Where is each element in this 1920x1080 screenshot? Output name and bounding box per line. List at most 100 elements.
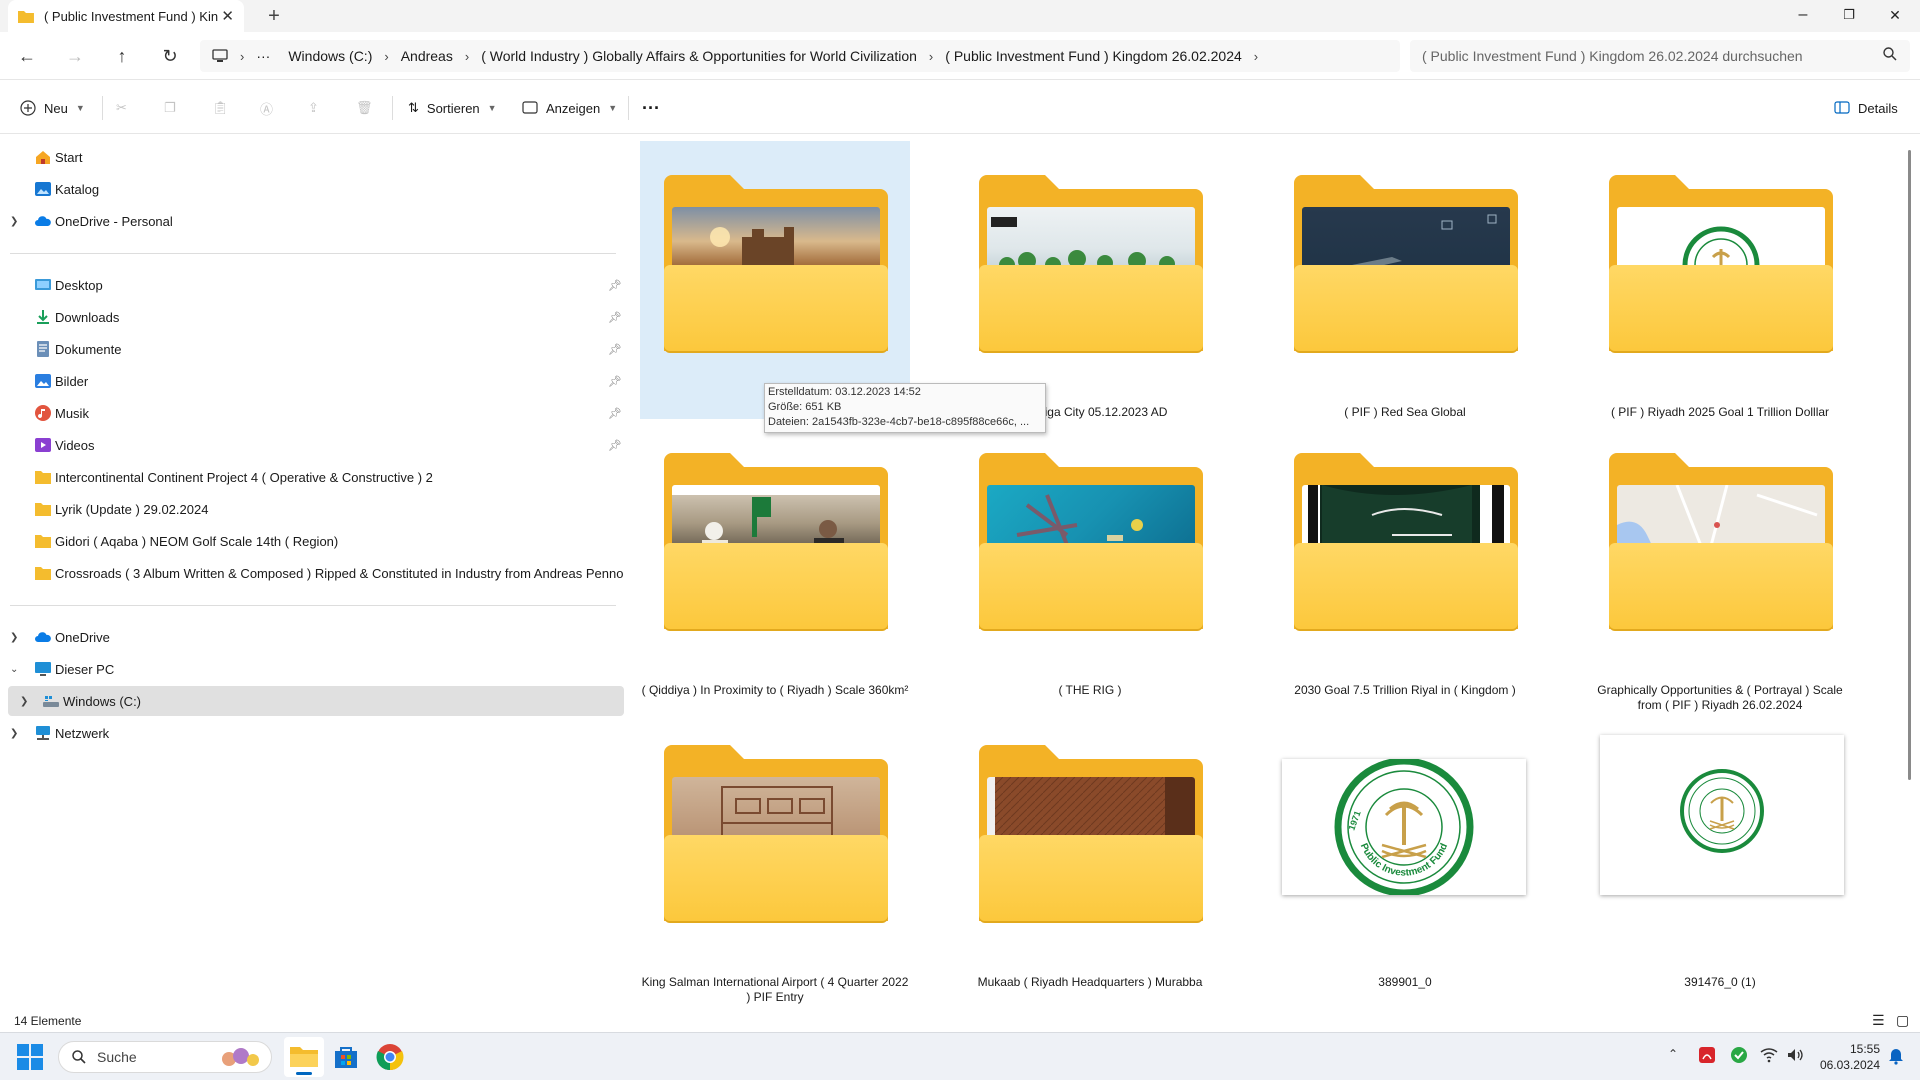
sidebar-item-label: Windows (C:) bbox=[63, 693, 142, 709]
notification-bell-icon[interactable] bbox=[1888, 1047, 1904, 1065]
more-options-button[interactable]: ··· bbox=[642, 94, 660, 122]
sidebar-item-dieser-pc[interactable]: ⌄ Dieser PC bbox=[0, 654, 624, 684]
security-tray-icon[interactable] bbox=[1730, 1046, 1748, 1064]
image-file-item[interactable]: Public Investment Fund 1971 389901_0 bbox=[1270, 711, 1540, 989]
sidebar-item-windows-c[interactable]: ❯ Windows (C:) bbox=[8, 686, 624, 716]
sidebar-item-label: Videos bbox=[55, 437, 95, 453]
sidebar-item-recent-folder[interactable]: Intercontinental Continent Project 4 ( O… bbox=[0, 462, 624, 492]
tab-close-icon[interactable]: ✕ bbox=[221, 7, 234, 25]
acrobat-tray-icon[interactable] bbox=[1698, 1046, 1716, 1064]
folder-item[interactable]: ( PIF ) Riyadh 2025 Goal 1 Trillion Doll… bbox=[1585, 141, 1855, 419]
sidebar-item-musik[interactable]: Musik 📌︎ bbox=[0, 398, 624, 428]
document-icon bbox=[37, 341, 49, 357]
search-input[interactable]: ( Public Investment Fund ) Kingdom 26.02… bbox=[1410, 40, 1910, 72]
item-caption: 2030 Goal 7.5 Trillion Riyal in ( Kingdo… bbox=[1294, 683, 1516, 697]
chrome-icon[interactable] bbox=[376, 1043, 404, 1071]
pin-icon[interactable]: 📌︎ bbox=[608, 311, 622, 324]
microsoft-store-icon[interactable] bbox=[332, 1043, 360, 1071]
sidebar-item-desktop[interactable]: Desktop 📌︎ bbox=[0, 270, 624, 300]
sidebar-item-netzwerk[interactable]: ❯ Netzwerk bbox=[0, 718, 624, 748]
back-button[interactable]: ← bbox=[13, 42, 41, 70]
folder-item[interactable]: ( Di bbox=[640, 141, 910, 419]
details-button[interactable]: Details bbox=[1834, 94, 1898, 122]
share-button[interactable]: ⇪ bbox=[308, 94, 319, 122]
folder-item[interactable]: OM Giga City 05.12.2023 AD bbox=[955, 141, 1225, 419]
windows-start-icon[interactable] bbox=[16, 1043, 44, 1071]
folder-item[interactable]: ( THE RIG ) bbox=[955, 419, 1225, 697]
rename-button[interactable]: Ⓐ bbox=[260, 94, 273, 122]
pin-icon[interactable]: 📌︎ bbox=[608, 407, 622, 420]
chevron-right-icon: › bbox=[240, 48, 245, 64]
cloud-icon bbox=[35, 632, 51, 642]
chevron-right-icon[interactable]: ❯ bbox=[10, 728, 18, 739]
tooltip-files: Dateien: 2a1543fb-323e-4cb7-be18-c895f88… bbox=[768, 416, 1030, 428]
close-window-button[interactable]: ✕ bbox=[1872, 0, 1918, 32]
vertical-scrollbar[interactable] bbox=[1908, 150, 1911, 780]
sidebar-item-recent-folder[interactable]: Crossroads ( 3 Album Written & Composed … bbox=[0, 558, 624, 588]
details-view-icon[interactable]: ☰ bbox=[1872, 1012, 1885, 1029]
sidebar-item-recent-folder[interactable]: Lyrik (Update ) 29.02.2024 bbox=[0, 494, 624, 524]
sidebar-item-onedrive-personal[interactable]: ❯ OneDrive - Personal bbox=[0, 206, 624, 236]
image-file-item[interactable]: 391476_0 (1) bbox=[1585, 711, 1855, 989]
minimize-button[interactable]: – bbox=[1780, 0, 1826, 32]
folder-item[interactable]: King Salman International Airport ( 4 Qu… bbox=[640, 711, 910, 1004]
cut-button[interactable]: ✂ bbox=[116, 94, 127, 122]
chevron-right-icon[interactable]: ❯ bbox=[10, 632, 18, 643]
taskbar-search[interactable]: Suche bbox=[58, 1041, 272, 1073]
address-bar[interactable]: › ··· Windows (C:) › Andreas › ( World I… bbox=[200, 40, 1400, 72]
sidebar-item-downloads[interactable]: Downloads 📌︎ bbox=[0, 302, 624, 332]
view-label: Anzeigen bbox=[546, 100, 601, 116]
breadcrumb-item[interactable]: ( World Industry ) Globally Affairs & Op… bbox=[481, 48, 917, 64]
pin-icon[interactable]: 📌︎ bbox=[608, 439, 622, 452]
folder-item[interactable]: Mukaab ( Riyadh Headquarters ) Murabba bbox=[955, 711, 1225, 989]
chevron-down-icon: ▼ bbox=[487, 103, 497, 113]
breadcrumb-item[interactable]: ( Public Investment Fund ) Kingdom 26.02… bbox=[945, 48, 1242, 64]
network-icon bbox=[36, 726, 50, 740]
folder-item[interactable]: ( PIF ) Red Sea Global bbox=[1270, 141, 1540, 419]
divider bbox=[392, 96, 393, 120]
clock[interactable]: 15:55 06.03.2024 bbox=[1816, 1041, 1880, 1073]
pin-icon[interactable]: 📌︎ bbox=[608, 279, 622, 292]
item-caption: ( PIF ) Riyadh 2025 Goal 1 Trillion Doll… bbox=[1610, 405, 1830, 419]
copy-button[interactable]: ❐ bbox=[164, 94, 176, 122]
pin-icon[interactable]: 📌︎ bbox=[608, 375, 622, 388]
wifi-icon[interactable] bbox=[1760, 1047, 1778, 1063]
breadcrumb-item[interactable]: Andreas bbox=[401, 48, 453, 64]
sidebar-item-start[interactable]: Start bbox=[0, 142, 624, 172]
chevron-right-icon[interactable]: ❯ bbox=[20, 696, 28, 707]
up-button[interactable]: ↑ bbox=[108, 42, 136, 70]
taskbar-file-explorer[interactable] bbox=[284, 1037, 324, 1077]
maximize-button[interactable]: ❐ bbox=[1826, 0, 1872, 32]
chevron-up-icon[interactable]: ⌃ bbox=[1668, 1047, 1678, 1061]
new-button[interactable]: Neu ▼ bbox=[20, 94, 85, 122]
refresh-button[interactable]: ↻ bbox=[156, 42, 184, 70]
forward-button[interactable]: → bbox=[61, 42, 89, 70]
new-tab-button[interactable]: + bbox=[262, 4, 286, 28]
image-thumbnail bbox=[1600, 735, 1844, 895]
overflow-icon[interactable]: ··· bbox=[256, 48, 270, 64]
chevron-down-icon[interactable]: ⌄ bbox=[10, 664, 18, 675]
divider bbox=[10, 605, 616, 606]
tab-active[interactable]: ( Public Investment Fund ) Kin ✕ bbox=[8, 0, 244, 32]
sort-button[interactable]: ⇅ Sortieren ▼ bbox=[408, 94, 497, 122]
sidebar-item-katalog[interactable]: Katalog bbox=[0, 174, 624, 204]
delete-button[interactable]: 🗑︎ bbox=[356, 94, 373, 122]
volume-icon[interactable] bbox=[1786, 1047, 1804, 1063]
sidebar-item-recent-folder[interactable]: Gidori ( Aqaba ) NEOM Golf Scale 14th ( … bbox=[0, 526, 624, 556]
tiles-view-icon[interactable]: ▢ bbox=[1896, 1012, 1909, 1029]
view-button[interactable]: Anzeigen ▼ bbox=[522, 94, 617, 122]
folder-item[interactable]: 2030 Goal 7.5 Trillion Riyal in ( Kingdo… bbox=[1270, 419, 1540, 697]
breadcrumb-item[interactable]: Windows (C:) bbox=[288, 48, 372, 64]
sidebar-item-label: Lyrik (Update ) 29.02.2024 bbox=[55, 501, 209, 517]
home-icon bbox=[36, 151, 50, 164]
sidebar-item-onedrive[interactable]: ❯ OneDrive bbox=[0, 622, 624, 652]
sidebar-item-bilder[interactable]: Bilder 📌︎ bbox=[0, 366, 624, 396]
pin-icon[interactable]: 📌︎ bbox=[608, 343, 622, 356]
paste-button[interactable]: 📋︎ bbox=[212, 94, 229, 122]
folder-item[interactable]: Graphically Opportunities & ( Portrayal … bbox=[1585, 419, 1855, 712]
folder-item[interactable]: ( Qiddiya ) In Proximity to ( Riyadh ) S… bbox=[640, 419, 910, 697]
chevron-right-icon[interactable]: ❯ bbox=[10, 216, 18, 227]
sidebar-item-dokumente[interactable]: Dokumente 📌︎ bbox=[0, 334, 624, 364]
sidebar-item-videos[interactable]: Videos 📌︎ bbox=[0, 430, 624, 460]
paste-icon: 📋︎ bbox=[212, 100, 229, 115]
